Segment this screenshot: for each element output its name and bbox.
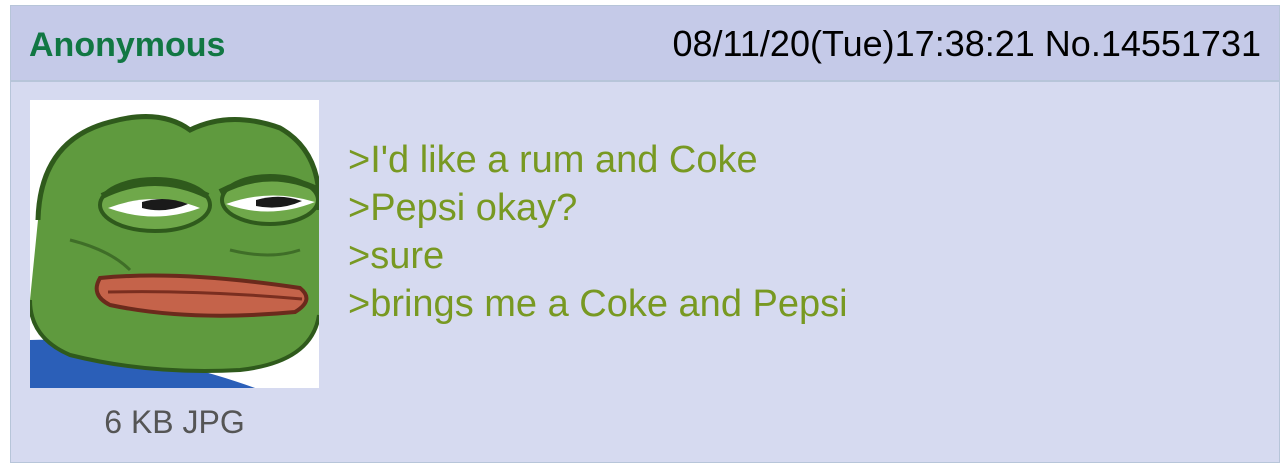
file-info: 6 KB JPG [104,404,245,440]
greentext-line: >I'd like a rum and Coke [348,139,758,181]
post-meta: 08/11/20(Tue)17:38:21 No.14551731 [673,23,1261,65]
post-number[interactable]: No.14551731 [1045,23,1261,64]
greentext-line: >sure [348,235,445,277]
poster-name: Anonymous [29,26,226,64]
pepe-frog-image[interactable] [30,100,319,388]
post-datetime: 08/11/20(Tue)17:38:21 [672,23,1035,64]
post-comment: >I'd like a rum and Coke >Pepsi okay? >s… [348,136,848,328]
greentext-line: >brings me a Coke and Pepsi [348,283,848,325]
post-header: Anonymous 08/11/20(Tue)17:38:21 No.145517… [11,6,1279,82]
greentext-line: >Pepsi okay? [348,187,578,229]
